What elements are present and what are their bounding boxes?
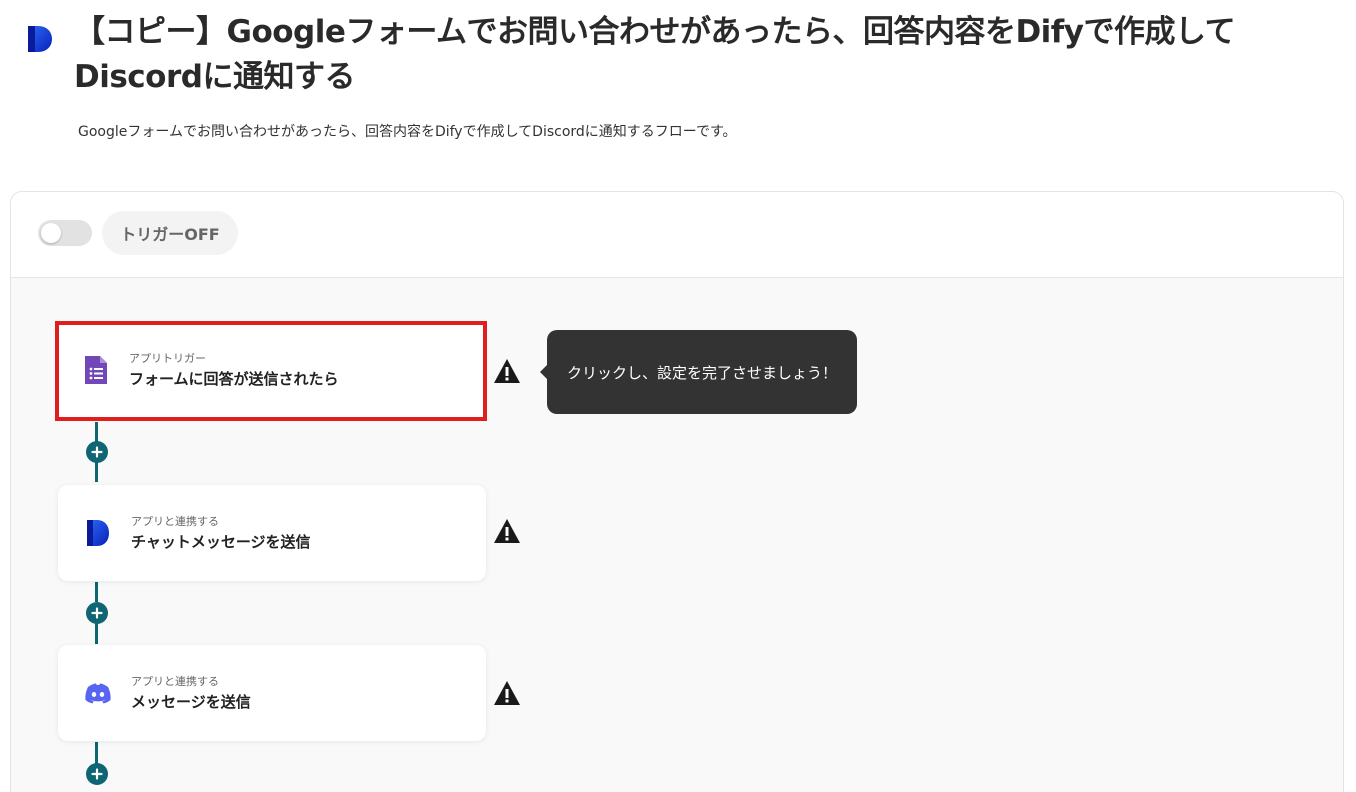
dify-icon [87,520,109,546]
discord-icon [85,683,111,704]
step-type-label: アプリと連携する [131,515,219,528]
warning-icon [494,681,520,705]
toggle-knob [41,223,61,243]
connector-line [95,462,98,482]
step-card-form-trigger[interactable]: アプリトリガー フォームに回答が送信されたら [55,321,487,421]
add-step-button[interactable] [86,441,108,463]
trigger-status-label[interactable]: トリガーOFF [102,211,238,255]
connector-line [95,422,98,442]
step-type-label: アプリトリガー [129,352,206,365]
step-title: フォームに回答が送信されたら [129,370,339,388]
panel-header: トリガーOFF [11,192,1343,278]
google-forms-icon [85,356,107,384]
page-description: Googleフォームでお問い合わせがあったら、回答内容をDifyで作成してDis… [78,124,737,140]
step-card-dify[interactable]: アプリと連携する チャットメッセージを送信 [58,485,486,581]
flow-panel: トリガーOFF アプリトリガー フォームに回答が送信されたら クリックし、設定を… [10,191,1344,792]
trigger-toggle[interactable] [38,220,92,246]
plus-icon [91,446,103,458]
flow-canvas: アプリトリガー フォームに回答が送信されたら クリックし、設定を完了させましょう… [11,278,1343,792]
dify-logo-icon [28,26,52,52]
step-title: メッセージを送信 [131,693,251,711]
connector-line [95,622,98,644]
step-type-label: アプリと連携する [131,675,219,688]
page-title: 【コピー】Googleフォームでお問い合わせがあったら、回答内容をDifyで作成… [74,14,1236,95]
add-step-button[interactable] [86,763,108,785]
plus-icon [91,768,103,780]
connector-line [95,582,98,602]
connector-line [95,742,98,764]
step-card-discord[interactable]: アプリと連携する メッセージを送信 [58,645,486,741]
warning-icon [494,519,520,543]
setup-tooltip: クリックし、設定を完了させましょう！ [540,330,857,414]
page: 【コピー】Googleフォームでお問い合わせがあったら、回答内容をDifyで作成… [0,0,1356,792]
plus-icon [91,607,103,619]
warning-icon [494,359,520,383]
add-step-button[interactable] [86,602,108,624]
tooltip-text: クリックし、設定を完了させましょう！ [566,363,837,382]
step-title: チャットメッセージを送信 [131,533,311,551]
